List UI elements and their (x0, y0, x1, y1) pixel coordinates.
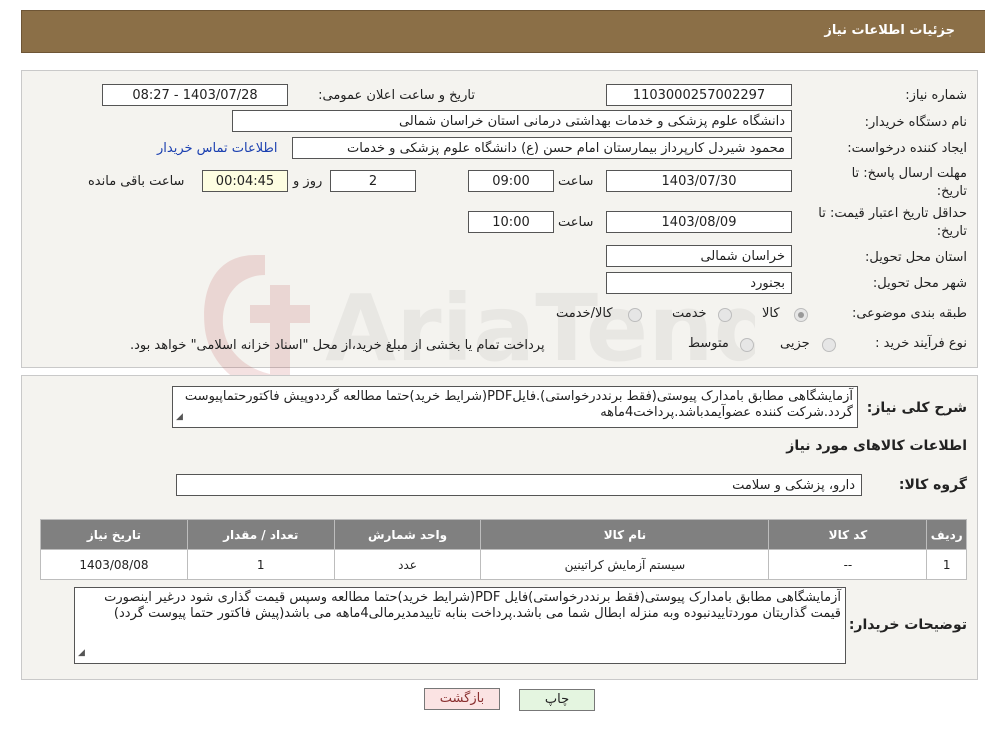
cell-need-date: 1403/08/08 (40, 549, 188, 580)
city-label: شهر محل تحویل: (872, 276, 967, 291)
buyer-notes-label: توضیحات خریدار: (848, 617, 967, 633)
province-field: خراسان شمالی (606, 245, 792, 267)
buyer-contact-link[interactable]: اطلاعات تماس خریدار (157, 141, 277, 156)
back-button[interactable]: بازگشت (424, 688, 500, 710)
col-unit: واحد شمارش (333, 519, 482, 550)
deadline-label: مهلت ارسال پاسخ: تا (851, 166, 967, 181)
cell-item-name: سیستم آزمایش کراتینین (480, 549, 770, 580)
buyer-org-field: دانشگاه علوم پزشکی و خدمات بهداشتی درمان… (232, 110, 792, 132)
col-need-date: تاریخ نیاز (40, 519, 188, 550)
city-field: بجنورد (606, 272, 792, 294)
category-goods-radio[interactable] (794, 308, 808, 322)
price-validity-label: حداقل تاریخ اعتبار قیمت: تا (818, 206, 967, 221)
remaining-days-field: 2 (330, 170, 416, 192)
category-goods-label: کالا (762, 306, 780, 321)
table-row: 1 -- سیستم آزمایش کراتینین عدد 1 1403/08… (40, 549, 967, 580)
province-label: استان محل تحویل: (865, 250, 967, 265)
purchase-medium-label: متوسط (688, 336, 729, 351)
col-row-number: ردیف (926, 519, 967, 550)
purchase-note: پرداخت تمام یا بخشی از مبلغ خرید،از محل … (130, 338, 545, 353)
items-table: ردیف کد کالا نام کالا واحد شمارش تعداد /… (40, 519, 967, 580)
deadline-time-label: ساعت (558, 174, 594, 189)
days-label: روز و (293, 174, 323, 189)
creator-label: ایجاد کننده درخواست: (847, 141, 967, 156)
deadline-date-field: 1403/07/30 (606, 170, 792, 192)
resize-grip-icon[interactable]: ◢ (78, 645, 85, 661)
price-validity-time-field: 10:00 (468, 211, 554, 233)
col-item-code: کد کالا (768, 519, 928, 550)
cell-item-code: -- (768, 549, 928, 580)
category-goods-service-radio[interactable] (628, 308, 642, 322)
category-service-label: خدمت (672, 306, 707, 321)
items-section-title: اطلاعات کالاهای مورد نیاز (786, 438, 967, 454)
items-table-header: ردیف کد کالا نام کالا واحد شمارش تعداد /… (40, 519, 967, 550)
announce-date-field: 1403/07/28 - 08:27 (102, 84, 288, 106)
deadline-label-date: تاریخ: (936, 184, 967, 199)
summary-text: آزمایشگاهی مطابق بامدارک پیوستی(فقط برند… (184, 389, 853, 420)
purchase-medium-radio[interactable] (740, 338, 754, 352)
buyer-notes-text: آزمایشگاهی مطابق بامدارک پیوستی(فقط برند… (104, 590, 841, 621)
deadline-time-field: 09:00 (468, 170, 554, 192)
purchase-minor-radio[interactable] (822, 338, 836, 352)
price-validity-date-field: 1403/08/09 (606, 211, 792, 233)
page-header: جزئیات اطلاعات نیاز (21, 10, 985, 53)
price-validity-time-label: ساعت (558, 215, 594, 230)
summary-textarea[interactable]: آزمایشگاهی مطابق بامدارک پیوستی(فقط برند… (172, 386, 858, 428)
cell-row-number: 1 (926, 549, 967, 580)
cell-quantity: 1 (186, 549, 335, 580)
purchase-minor-label: جزیی (780, 336, 810, 351)
page-title: جزئیات اطلاعات نیاز (824, 23, 955, 38)
price-validity-label-date: تاریخ: (936, 224, 967, 239)
goods-group-label: گروه کالا: (898, 477, 967, 493)
category-goods-service-label: کالا/خدمت (556, 306, 613, 321)
remaining-time-label: ساعت باقی مانده (88, 174, 185, 189)
cell-unit: عدد (333, 549, 482, 580)
goods-group-field: دارو، پزشکی و سلامت (176, 474, 862, 496)
print-button[interactable]: چاپ (519, 689, 595, 711)
need-number-label: شماره نیاز: (905, 88, 967, 103)
category-label: طبقه بندی موضوعی: (851, 306, 967, 321)
category-service-radio[interactable] (718, 308, 732, 322)
announce-date-label: تاریخ و ساعت اعلان عمومی: (318, 88, 475, 103)
buyer-notes-textarea[interactable]: آزمایشگاهی مطابق بامدارک پیوستی(فقط برند… (74, 587, 846, 664)
summary-label: شرح کلی نیاز: (866, 400, 967, 416)
remaining-time-field: 00:04:45 (202, 170, 288, 192)
need-number-field: 1103000257002297 (606, 84, 792, 106)
purchase-type-label: نوع فرآیند خرید : (875, 336, 967, 351)
col-quantity: تعداد / مقدار (186, 519, 335, 550)
resize-grip-icon[interactable]: ◢ (176, 409, 183, 425)
col-item-name: نام کالا (480, 519, 770, 550)
buyer-org-label: نام دستگاه خریدار: (864, 115, 967, 130)
creator-field: محمود شیردل کارپرداز بیمارستان امام حسن … (292, 137, 792, 159)
